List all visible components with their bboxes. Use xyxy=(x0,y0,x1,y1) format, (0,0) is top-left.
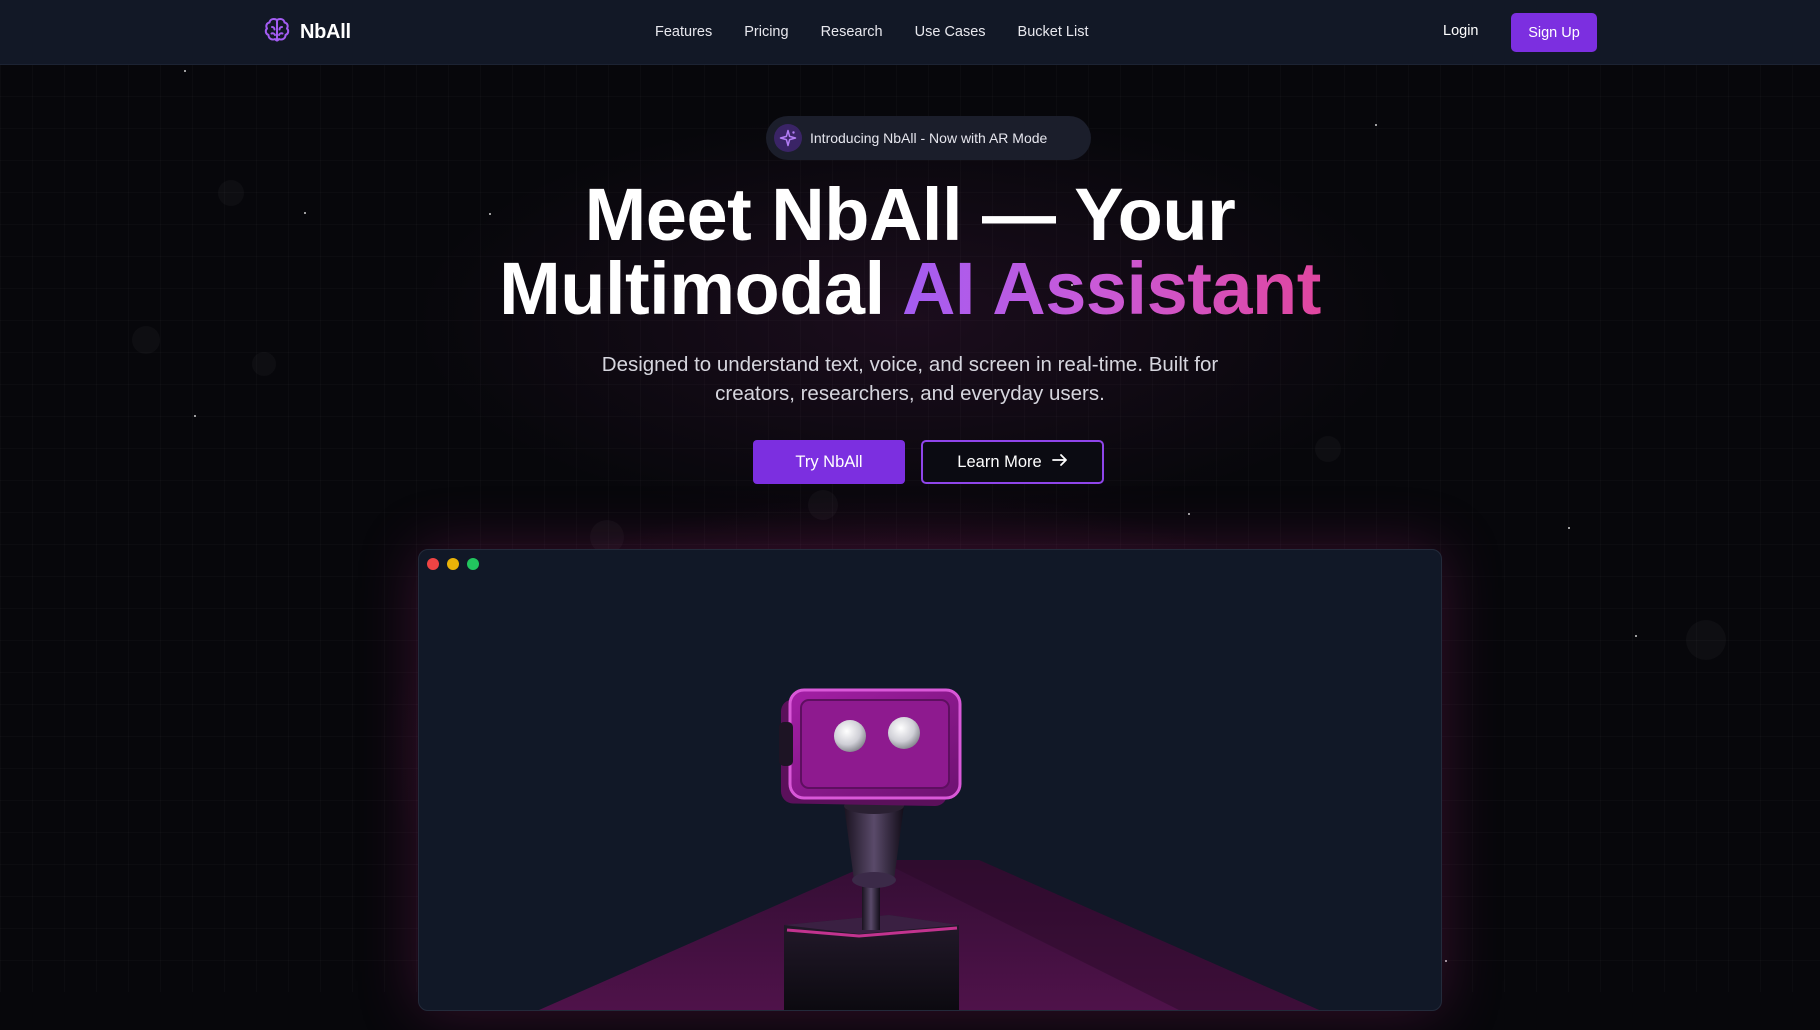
nav-link-research[interactable]: Research xyxy=(821,24,883,40)
signup-button[interactable]: Sign Up xyxy=(1511,13,1597,52)
login-link[interactable]: Login xyxy=(1443,23,1478,39)
arrow-right-icon xyxy=(1051,453,1068,472)
headline-line-2: Multimodal AI Assistant xyxy=(0,252,1820,326)
brand-name: NbAll xyxy=(300,20,351,43)
badge-text: Introducing NbAll - Now with AR Mode xyxy=(810,130,1048,146)
nav-link-features[interactable]: Features xyxy=(655,24,712,40)
nav-link-bucket-list[interactable]: Bucket List xyxy=(1018,24,1089,40)
sparkle-icon xyxy=(774,124,802,152)
learn-more-label: Learn More xyxy=(957,452,1042,471)
hero-subtitle: Designed to understand text, voice, and … xyxy=(601,353,1219,405)
nav-link-use-cases[interactable]: Use Cases xyxy=(915,24,986,40)
brain-icon xyxy=(262,15,292,50)
hero-headline: Meet NbAll — Your Multimodal AI Assistan… xyxy=(0,178,1820,326)
try-nball-button[interactable]: Try NbAll xyxy=(753,440,905,484)
announcement-badge[interactable]: Introducing NbAll - Now with AR Mode xyxy=(766,116,1091,160)
brand-logo[interactable]: NbAll xyxy=(262,17,351,47)
nav-link-pricing[interactable]: Pricing xyxy=(744,24,788,40)
app-preview-window xyxy=(418,549,1442,1011)
top-navbar: NbAll Features Pricing Research Use Case… xyxy=(0,0,1820,65)
nav-links: Features Pricing Research Use Cases Buck… xyxy=(655,0,1088,64)
robot-illustration xyxy=(539,688,1319,1010)
learn-more-button[interactable]: Learn More xyxy=(921,440,1104,484)
headline-gradient-text: AI Assistant xyxy=(901,247,1321,330)
headline-plain-text: Multimodal xyxy=(499,247,902,330)
headline-line-1: Meet NbAll — Your xyxy=(584,173,1236,256)
